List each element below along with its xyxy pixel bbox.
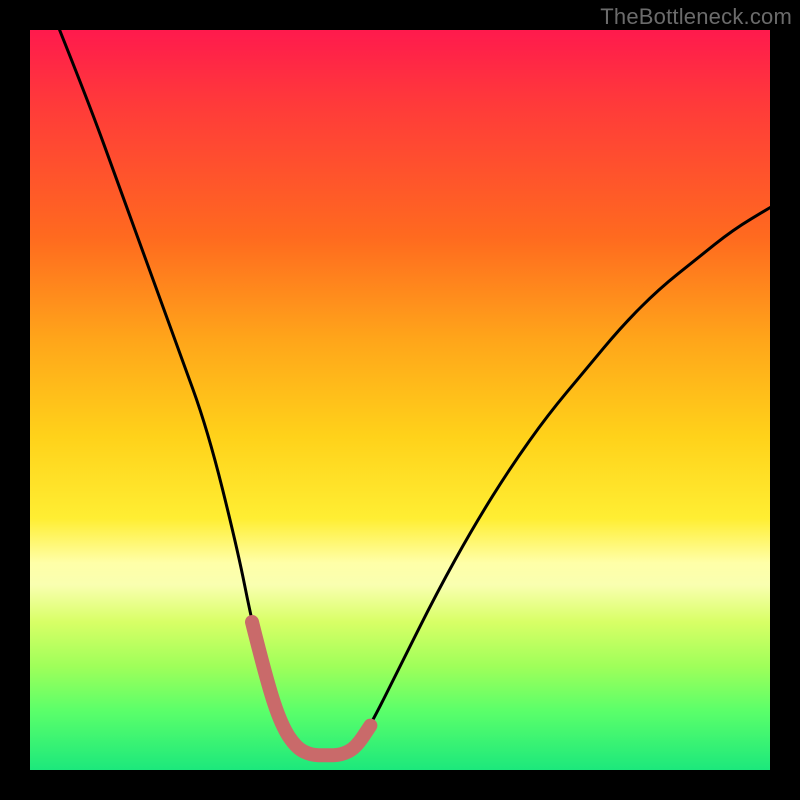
plot-area xyxy=(30,30,770,770)
curve-svg xyxy=(30,30,770,770)
highlight-valley-path xyxy=(252,622,370,755)
bottleneck-curve-path xyxy=(60,30,770,755)
frame-background: TheBottleneck.com xyxy=(0,0,800,800)
watermark-text: TheBottleneck.com xyxy=(600,4,792,30)
